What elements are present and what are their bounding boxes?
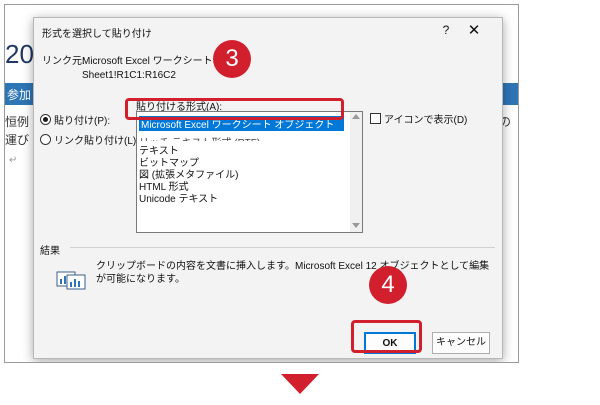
document-line-2: 運び	[5, 133, 30, 147]
step-badge-4: 4	[369, 266, 407, 304]
result-description: クリップボードの内容を文書に挿入します。Microsoft Excel 12 オ…	[96, 261, 490, 285]
document-heading: 20	[5, 39, 34, 69]
paste-link-radio[interactable]: リンク貼り付け(L):	[40, 132, 139, 147]
radio-selected-icon[interactable]	[40, 114, 51, 125]
help-button[interactable]: ?	[438, 23, 454, 37]
radio-unselected-icon[interactable]	[40, 134, 51, 145]
embedded-object-icon	[56, 271, 86, 290]
source-application: Microsoft Excel ワークシート	[82, 56, 213, 67]
scroll-down-arrow-icon[interactable]	[352, 223, 360, 228]
screenshot-frame: 20 参加 恒例 運び の ↵ 形式を選択して貼り付け ? ✕ リンク元: Mi…	[4, 4, 519, 363]
display-as-icon-label: アイコンで表示(D)	[384, 115, 468, 126]
paste-special-dialog: 形式を選択して貼り付け ? ✕ リンク元: Microsoft Excel ワー…	[33, 17, 503, 359]
down-arrow-icon	[281, 374, 319, 394]
highlight-ok-button	[351, 320, 422, 353]
list-item[interactable]: リッチ テキスト形式 (RTF)	[139, 134, 299, 141]
checkbox-icon[interactable]	[370, 113, 381, 124]
paste-format-listbox[interactable]: Microsoft Excel ワークシート オブジェクト リッチ テキスト形式…	[136, 111, 363, 233]
paste-radio-label: 貼り付け(P):	[54, 116, 111, 127]
paragraph-mark: ↵	[9, 155, 18, 166]
document-banner-text: 参加	[7, 88, 32, 102]
paste-radio[interactable]: 貼り付け(P):	[40, 112, 110, 127]
cancel-button[interactable]: キャンセル	[432, 332, 490, 354]
close-button[interactable]: ✕	[466, 21, 482, 39]
paste-link-radio-label: リンク貼り付け(L):	[54, 136, 139, 147]
source-label: リンク元:	[42, 56, 85, 67]
divider	[70, 247, 495, 248]
result-label: 結果	[40, 246, 60, 257]
source-range: Sheet1!R1C1:R16C2	[82, 70, 176, 81]
dialog-title: 形式を選択して貼り付け	[42, 29, 152, 40]
step-badge-3: 3	[213, 40, 251, 78]
highlight-selected-format	[125, 98, 344, 120]
document-line-1: 恒例	[5, 115, 30, 129]
display-as-icon-checkbox[interactable]: アイコンで表示(D)	[370, 111, 467, 126]
scroll-up-arrow-icon[interactable]	[352, 114, 360, 119]
listbox-scrollbar[interactable]	[350, 112, 362, 232]
list-item[interactable]: Unicode テキスト	[139, 190, 218, 205]
